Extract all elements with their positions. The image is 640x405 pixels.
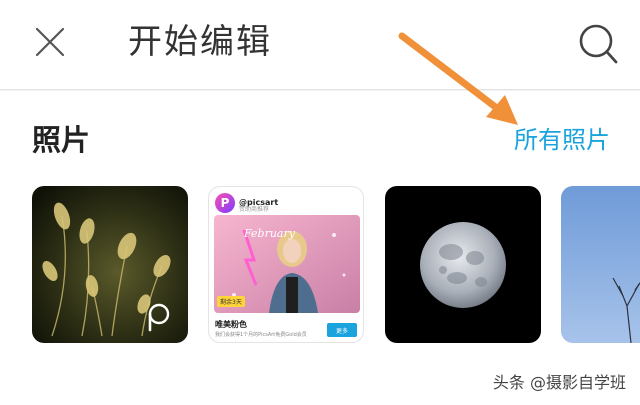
section-title: 照片 bbox=[32, 123, 91, 157]
ad-caption: 唯美粉色 bbox=[215, 320, 247, 329]
photo-thumbnail-plant[interactable] bbox=[32, 186, 188, 343]
plant-photo-image bbox=[32, 186, 188, 343]
photo-thumbnail-moon[interactable] bbox=[385, 186, 541, 343]
ad-badge: 剩余3天 bbox=[217, 296, 245, 307]
photo-thumbnail-picsart-ad[interactable]: P @picsart 赞助商推荐 February 剩余3天 唯美粉色 我们会获… bbox=[208, 186, 364, 343]
close-icon bbox=[35, 27, 65, 57]
ad-image-text: February bbox=[243, 227, 296, 240]
photos-section: 照片 所有照片 P @picsart 赞助商推荐 February 剩余3天 唯… bbox=[0, 91, 640, 405]
ad-image: February 剩余3天 bbox=[214, 215, 360, 313]
sky-photo-image bbox=[561, 186, 640, 343]
ad-subtitle: 赞助商推荐 bbox=[239, 206, 270, 213]
search-button[interactable] bbox=[572, 18, 622, 68]
top-bar: 开始编辑 bbox=[0, 0, 640, 90]
close-button[interactable] bbox=[28, 20, 72, 64]
annotation-arrow-icon bbox=[398, 32, 518, 125]
search-icon bbox=[579, 24, 618, 64]
ad-description: 我们会获得1个月的PicsArt免费Gold会员 bbox=[215, 332, 307, 338]
moon-photo-image bbox=[385, 186, 541, 343]
picsart-logo-icon: P bbox=[215, 193, 235, 213]
watermark-text: 头条 @摄影自学班 bbox=[492, 373, 626, 392]
page-title: 开始编辑 bbox=[128, 22, 272, 62]
photo-thumbnail-sky[interactable] bbox=[561, 186, 640, 343]
ad-more-button[interactable]: 更多 bbox=[327, 323, 357, 337]
